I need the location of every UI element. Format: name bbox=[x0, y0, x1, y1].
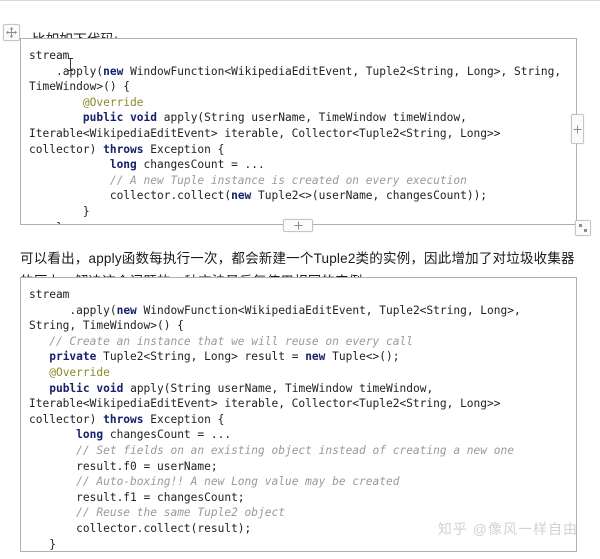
code-block-original-text[interactable]: stream .apply(new WindowFunction<Wikiped… bbox=[29, 48, 570, 224]
code-block-original-inner: stream .apply(new WindowFunction<Wikiped… bbox=[21, 39, 576, 224]
text-caret bbox=[68, 58, 73, 71]
resize-handle-right-icon[interactable] bbox=[571, 114, 584, 144]
resize-handle-corner-icon[interactable] bbox=[575, 220, 591, 236]
move-handle-icon[interactable] bbox=[3, 24, 20, 41]
code-block-optimized-text[interactable]: stream .apply(new WindowFunction<Wikiped… bbox=[29, 287, 570, 551]
page-top-divider bbox=[0, 0, 600, 1]
code-block-original[interactable]: stream .apply(new WindowFunction<Wikiped… bbox=[20, 38, 577, 225]
resize-handle-bottom-icon[interactable] bbox=[283, 219, 313, 232]
code-block-optimized-inner: stream .apply(new WindowFunction<Wikiped… bbox=[21, 278, 576, 551]
code-block-optimized[interactable]: stream .apply(new WindowFunction<Wikiped… bbox=[20, 277, 577, 552]
